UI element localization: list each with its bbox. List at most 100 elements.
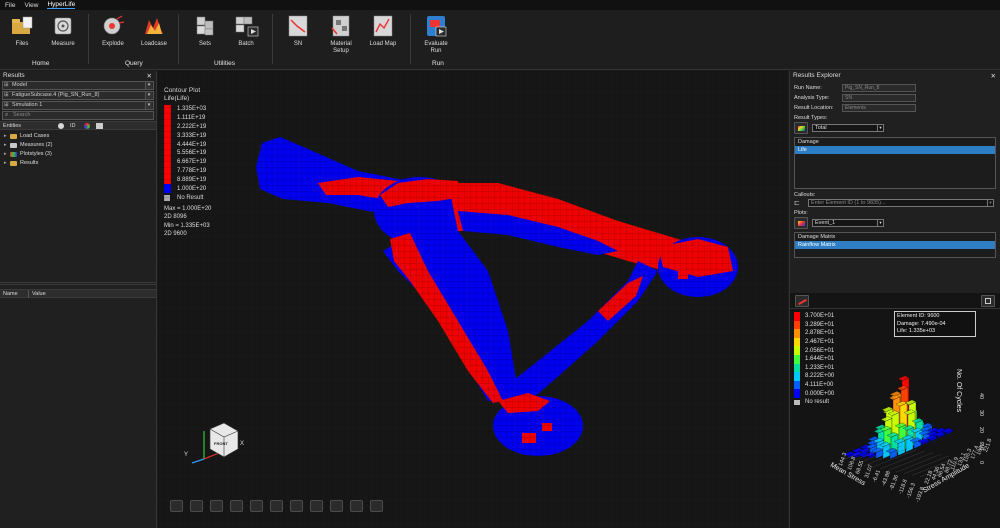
results-panel: Results ✕ ⊞ Model ▾ ⊞ FatigueSubcase.4 (Pig… bbox=[0, 71, 157, 528]
entities-header: Entities ID bbox=[0, 121, 156, 130]
chevron-down-icon: ▾ bbox=[145, 102, 152, 109]
tree-item-results[interactable]: ▸ Results bbox=[4, 159, 156, 168]
results-explorer-panel: Results Explorer ✕ Run Name: Pig_SN_Run_… bbox=[789, 71, 1000, 528]
plot-type-icon[interactable] bbox=[794, 217, 808, 229]
material-setup-icon bbox=[328, 14, 354, 38]
result-type-icon[interactable] bbox=[794, 122, 808, 134]
result-type-life[interactable]: Life bbox=[795, 146, 995, 154]
load-map-button[interactable]: Load Map bbox=[363, 14, 403, 48]
ribbon-toolbar: Files Measure Explode Loadcase Sets Batc… bbox=[0, 10, 1000, 70]
sets-button[interactable]: Sets bbox=[185, 14, 225, 48]
callouts-row: ⊏ Enter Element ID (1 to 9835)... ▾ bbox=[794, 199, 996, 207]
menu-view[interactable]: View bbox=[24, 2, 38, 9]
chevron-down-icon: ▾ bbox=[145, 82, 152, 89]
batch-icon bbox=[233, 14, 259, 38]
group-label-home: Home bbox=[32, 60, 50, 67]
group-label-utilities: Utilities bbox=[214, 60, 235, 67]
axis-view-icon[interactable] bbox=[270, 500, 283, 512]
simulation-select[interactable]: ⊞ Simulation 1 ▾ bbox=[2, 101, 154, 110]
y-axis-label: Y bbox=[184, 452, 189, 458]
result-types-row: Total ▾ bbox=[794, 122, 996, 134]
shaded-view-icon[interactable] bbox=[230, 500, 243, 512]
cycles-tick: 0 bbox=[978, 461, 984, 465]
results-explorer-title: Results Explorer ✕ bbox=[793, 72, 996, 80]
analysis-type-field: Analysis Type: SN bbox=[794, 93, 996, 103]
graphics-viewport[interactable]: Contour Plot Life(Life) 1.335E+03 1.111E+… bbox=[158, 71, 788, 528]
model-select[interactable]: ⊞ Model ▾ bbox=[2, 81, 154, 90]
callout-icon: ⊏ bbox=[794, 200, 800, 207]
cycles-tick: 20 bbox=[978, 427, 984, 434]
view-triad[interactable]: FRONT X Y bbox=[184, 419, 254, 469]
tree-item-load-cases[interactable]: ▸ Load Cases bbox=[4, 132, 156, 141]
explode-icon bbox=[100, 14, 126, 38]
measure-icon bbox=[50, 14, 76, 38]
measure-icon bbox=[10, 143, 17, 148]
group-label-query: Query bbox=[125, 60, 143, 67]
chevron-down-icon: ▾ bbox=[877, 220, 883, 226]
menu-hyperlife[interactable]: HyperLife bbox=[47, 1, 76, 9]
result-types-select[interactable]: Total ▾ bbox=[812, 124, 884, 132]
camera-icon[interactable] bbox=[370, 500, 383, 512]
batch-button[interactable]: Batch bbox=[226, 14, 266, 48]
measure-button[interactable]: Measure bbox=[43, 14, 83, 48]
result-location-field: Result Location: Elements bbox=[794, 103, 996, 113]
expand-icon: ⊞ bbox=[4, 82, 9, 88]
close-icon[interactable]: ✕ bbox=[147, 72, 152, 80]
result-type-damage[interactable]: Damage bbox=[795, 138, 995, 146]
cycles-tick: 40 bbox=[978, 393, 984, 400]
wireframe-view-icon[interactable] bbox=[250, 500, 263, 512]
plots-select[interactable]: Event_1 ▾ bbox=[812, 219, 884, 227]
loadcase-icon bbox=[141, 14, 167, 38]
files-button[interactable]: Files bbox=[2, 14, 42, 48]
plot-damage-matrix[interactable]: Damage Matrix bbox=[795, 233, 995, 241]
display-icon[interactable] bbox=[96, 123, 103, 129]
tree-item-plotstyles[interactable]: ▸ Plotstyles (3) bbox=[4, 150, 156, 159]
evaluate-run-icon bbox=[423, 14, 449, 38]
evaluate-run-button[interactable]: Evaluate Run bbox=[416, 14, 456, 55]
x-axis-label: X bbox=[240, 441, 245, 447]
run-name-field: Run Name: Pig_SN_Run_8 bbox=[794, 83, 996, 93]
search-input[interactable]: ⌕ Search bbox=[2, 111, 154, 120]
iso-view-icon[interactable] bbox=[210, 500, 223, 512]
close-icon[interactable]: ✕ bbox=[991, 72, 996, 80]
chevron-down-icon: ▾ bbox=[145, 92, 152, 99]
properties-header: Name Value bbox=[0, 289, 156, 298]
menu-file[interactable]: File bbox=[5, 2, 15, 9]
group-label-run: Run bbox=[432, 60, 444, 67]
result-types-list: Damage Life bbox=[794, 137, 996, 189]
color-icon[interactable] bbox=[84, 123, 90, 129]
tree-item-measures[interactable]: ▸ Measures (2) bbox=[4, 141, 156, 150]
ribbon-separator bbox=[272, 14, 273, 64]
plotstyle-icon bbox=[10, 152, 17, 157]
pan-view-icon[interactable] bbox=[170, 500, 183, 512]
expand-icon: ⊞ bbox=[4, 102, 9, 108]
sn-button[interactable]: SN bbox=[278, 14, 318, 48]
explode-button[interactable]: Explode bbox=[93, 14, 133, 48]
folder-icon bbox=[10, 134, 17, 139]
plot-rainflow-matrix[interactable]: Rainflow Matrix bbox=[795, 241, 995, 249]
rainflow-histogram[interactable] bbox=[790, 293, 1000, 528]
display-options-icon[interactable] bbox=[350, 500, 363, 512]
chevron-down-icon: ▾ bbox=[877, 125, 883, 131]
rainflow-plot-area: 3.700E+01 3.289E+01 2.878E+01 2.467E+01 2.05… bbox=[790, 293, 1000, 528]
menu-bar: File View HyperLife bbox=[0, 0, 1000, 10]
section-view-icon[interactable] bbox=[310, 500, 323, 512]
cycles-tick: 30 bbox=[978, 410, 984, 417]
result-types-label: Result Types: bbox=[794, 115, 828, 121]
view-cube-front-label: FRONT bbox=[214, 441, 228, 446]
material-setup-button[interactable]: Material Setup bbox=[321, 14, 361, 55]
subcase-select[interactable]: ⊞ FatigueSubcase.4 (Pig_SN_Run_8) ▾ bbox=[2, 91, 154, 100]
fit-view-icon[interactable] bbox=[190, 500, 203, 512]
ribbon-separator bbox=[178, 14, 179, 64]
folder-icon bbox=[10, 161, 17, 166]
loadcase-button[interactable]: Loadcase bbox=[134, 14, 174, 48]
view-toolbar bbox=[170, 500, 390, 514]
chevron-down-icon: ▾ bbox=[987, 200, 993, 206]
plots-label: Plots: bbox=[794, 210, 808, 216]
expand-icon: ⊞ bbox=[4, 92, 9, 98]
info-icon[interactable] bbox=[58, 123, 64, 129]
zoom-view-icon[interactable] bbox=[290, 500, 303, 512]
splitter-handle[interactable] bbox=[0, 282, 156, 285]
callout-element-input[interactable]: Enter Element ID (1 to 9835)... ▾ bbox=[808, 199, 994, 207]
capture-view-icon[interactable] bbox=[330, 500, 343, 512]
